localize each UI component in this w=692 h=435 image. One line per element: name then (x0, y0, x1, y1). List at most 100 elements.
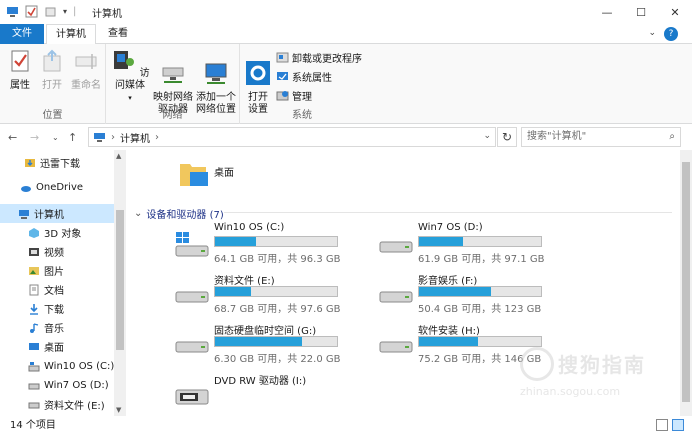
content-scroll-thumb[interactable] (682, 162, 690, 402)
drive-c-tile[interactable]: Win10 OS (C:) 64.1 GB 可用，共 96.3 GB (174, 222, 384, 268)
drive-e-tile[interactable]: 资料文件 (E:) 68.7 GB 可用，共 97.6 GB (174, 272, 384, 318)
title-bar: ▾ | 计算机 — ☐ ✕ (0, 0, 692, 24)
breadcrumb-separator-icon: › (111, 131, 115, 143)
scroll-up-icon[interactable]: ▲ (116, 152, 121, 160)
up-button[interactable]: ↑ (68, 131, 77, 144)
open-label: 打开 (42, 80, 62, 91)
system-properties-button[interactable]: 系统属性 (276, 69, 332, 84)
nav-item-label: Win10 OS (C:) (44, 361, 115, 372)
recent-locations-chevron-icon[interactable]: ⌄ (52, 133, 59, 142)
search-icon: ⌕ (669, 131, 675, 142)
drive-name: Win7 OS (D:) (418, 222, 483, 233)
access-media-icon (114, 51, 135, 69)
nav-item-pictures[interactable]: 图片 (0, 261, 114, 280)
devices-section-header[interactable]: ⌄ 设备和驱动器 (7) (134, 206, 224, 221)
maximize-button[interactable]: ☐ (624, 0, 658, 24)
nav-item-xunlei[interactable]: 迅雷下载 (0, 153, 114, 172)
watermark-text: 搜狗指南 (558, 353, 646, 377)
new-folder-icon[interactable] (44, 5, 57, 18)
desktop-folder-icon[interactable] (178, 158, 210, 190)
manage-label: 管理 (292, 92, 312, 103)
properties-check-icon[interactable] (25, 5, 38, 18)
drive-usage-fill (215, 237, 256, 246)
drive-free-space: 64.1 GB 可用，共 96.3 GB (214, 254, 341, 265)
search-input[interactable]: 搜索"计算机" ⌕ (521, 127, 681, 147)
music-icon (30, 322, 39, 333)
drive-usage-fill (419, 237, 464, 246)
nav-item-drive-d[interactable]: Win7 OS (D:) (0, 376, 114, 395)
nav-item-drive-e[interactable]: 资料文件 (E:) (0, 395, 114, 414)
dvd-drive-icon (175, 389, 209, 405)
onedrive-cloud-icon (21, 185, 31, 192)
back-button[interactable]: ← (8, 131, 17, 144)
watermark-url: zhinan.sogou.com (520, 385, 621, 398)
nav-item-label: OneDrive (36, 182, 84, 193)
nav-pane-scrollbar[interactable]: ▲ ▼ (114, 150, 126, 416)
3d-objects-icon (29, 227, 39, 238)
drive-name: 资料文件 (E:) (214, 276, 275, 287)
manage-icon (276, 91, 289, 101)
nav-pane-scroll-thumb[interactable] (116, 210, 124, 350)
manage-button[interactable]: 管理 (276, 88, 312, 103)
desktop-folder-label[interactable]: 桌面 (214, 164, 234, 179)
drive-name: 软件安装 (H:) (418, 326, 480, 337)
drive-name: 影音娱乐 (F:) (418, 276, 478, 287)
nav-item-desktop[interactable]: 桌面 (0, 337, 114, 356)
large-icons-view-icon[interactable] (672, 419, 684, 431)
drive-g-tile[interactable]: 固态硬盘临时空间 (G:) 6.30 GB 可用，共 22.0 GB (174, 322, 384, 368)
nav-item-3d-objects[interactable]: 3D 对象 (0, 223, 114, 242)
drive-c-icon (28, 361, 40, 371)
refresh-button[interactable]: ↻ (497, 127, 517, 147)
drive-name: Win10 OS (C:) (214, 222, 285, 233)
nav-item-computer[interactable]: 计算机 (0, 204, 114, 223)
quick-access-toolbar: ▾ | (6, 5, 76, 18)
drive-d-tile[interactable]: Win7 OS (D:) 61.9 GB 可用，共 97.1 GB (378, 222, 588, 268)
minimize-button[interactable]: — (590, 0, 624, 24)
drive-i-tile[interactable]: DVD RW 驱动器 (I:) (174, 372, 384, 418)
desktop-icon (29, 342, 39, 350)
tab-view[interactable]: 查看 (98, 24, 138, 44)
nav-item-label: 桌面 (44, 343, 64, 354)
address-field[interactable]: › 计算机 › ⌄ (88, 127, 496, 147)
videos-icon (29, 247, 39, 256)
computer-icon (19, 209, 29, 219)
documents-icon (29, 284, 39, 295)
content-scrollbar[interactable] (680, 150, 692, 416)
properties-button[interactable]: 属性 (6, 48, 34, 92)
forward-button[interactable]: → (30, 131, 39, 144)
nav-item-label: Win7 OS (D:) (44, 380, 109, 391)
open-button[interactable]: 打开 (38, 48, 66, 92)
nav-item-downloads[interactable]: 下载 (0, 299, 114, 318)
address-dropdown-icon[interactable]: ⌄ (483, 131, 491, 141)
drive-usage-bar (418, 286, 542, 297)
breadcrumb-computer[interactable]: 计算机 (120, 130, 150, 145)
properties-label: 属性 (10, 80, 30, 91)
hard-drive-icon (379, 241, 413, 253)
drive-free-space: 6.30 GB 可用，共 22.0 GB (214, 354, 341, 365)
rename-button[interactable]: 重命名 (70, 48, 102, 92)
tab-computer[interactable]: 计算机 (46, 24, 96, 45)
ribbon: 属性 打开 重命名 位置 访问媒体 ▾ 映射网络 驱动器 添加一个 网络位置 网… (0, 44, 692, 124)
settings-gear-icon (246, 61, 270, 85)
drive-icon (28, 402, 40, 408)
nav-item-music[interactable]: 音乐 (0, 318, 114, 337)
nav-item-label: 迅雷下载 (40, 159, 80, 170)
uninstall-programs-button[interactable]: 卸载或更改程序 (276, 50, 362, 65)
scroll-down-icon[interactable]: ▼ (116, 406, 121, 414)
open-icon (43, 49, 61, 72)
nav-item-documents[interactable]: 文档 (0, 280, 114, 299)
details-view-icon[interactable] (656, 419, 668, 431)
nav-item-onedrive[interactable]: OneDrive (0, 178, 114, 197)
nav-item-label: 文档 (44, 286, 64, 297)
access-media-button[interactable]: 访问媒体 ▾ (108, 48, 152, 104)
section-collapse-chevron-icon[interactable]: ⌄ (134, 208, 142, 219)
help-icon[interactable]: ? (664, 27, 678, 41)
nav-item-drive-c[interactable]: Win10 OS (C:) (0, 357, 114, 376)
close-button[interactable]: ✕ (658, 0, 692, 24)
drive-f-tile[interactable]: 影音娱乐 (F:) 50.4 GB 可用，共 123 GB (378, 272, 588, 318)
nav-item-videos[interactable]: 视频 (0, 242, 114, 261)
ribbon-expand-chevron-icon[interactable]: ⌄ (648, 28, 656, 38)
xunlei-download-icon (25, 158, 35, 167)
tab-file[interactable]: 文件 (0, 24, 44, 44)
qat-dropdown-icon[interactable]: ▾ (63, 7, 67, 16)
